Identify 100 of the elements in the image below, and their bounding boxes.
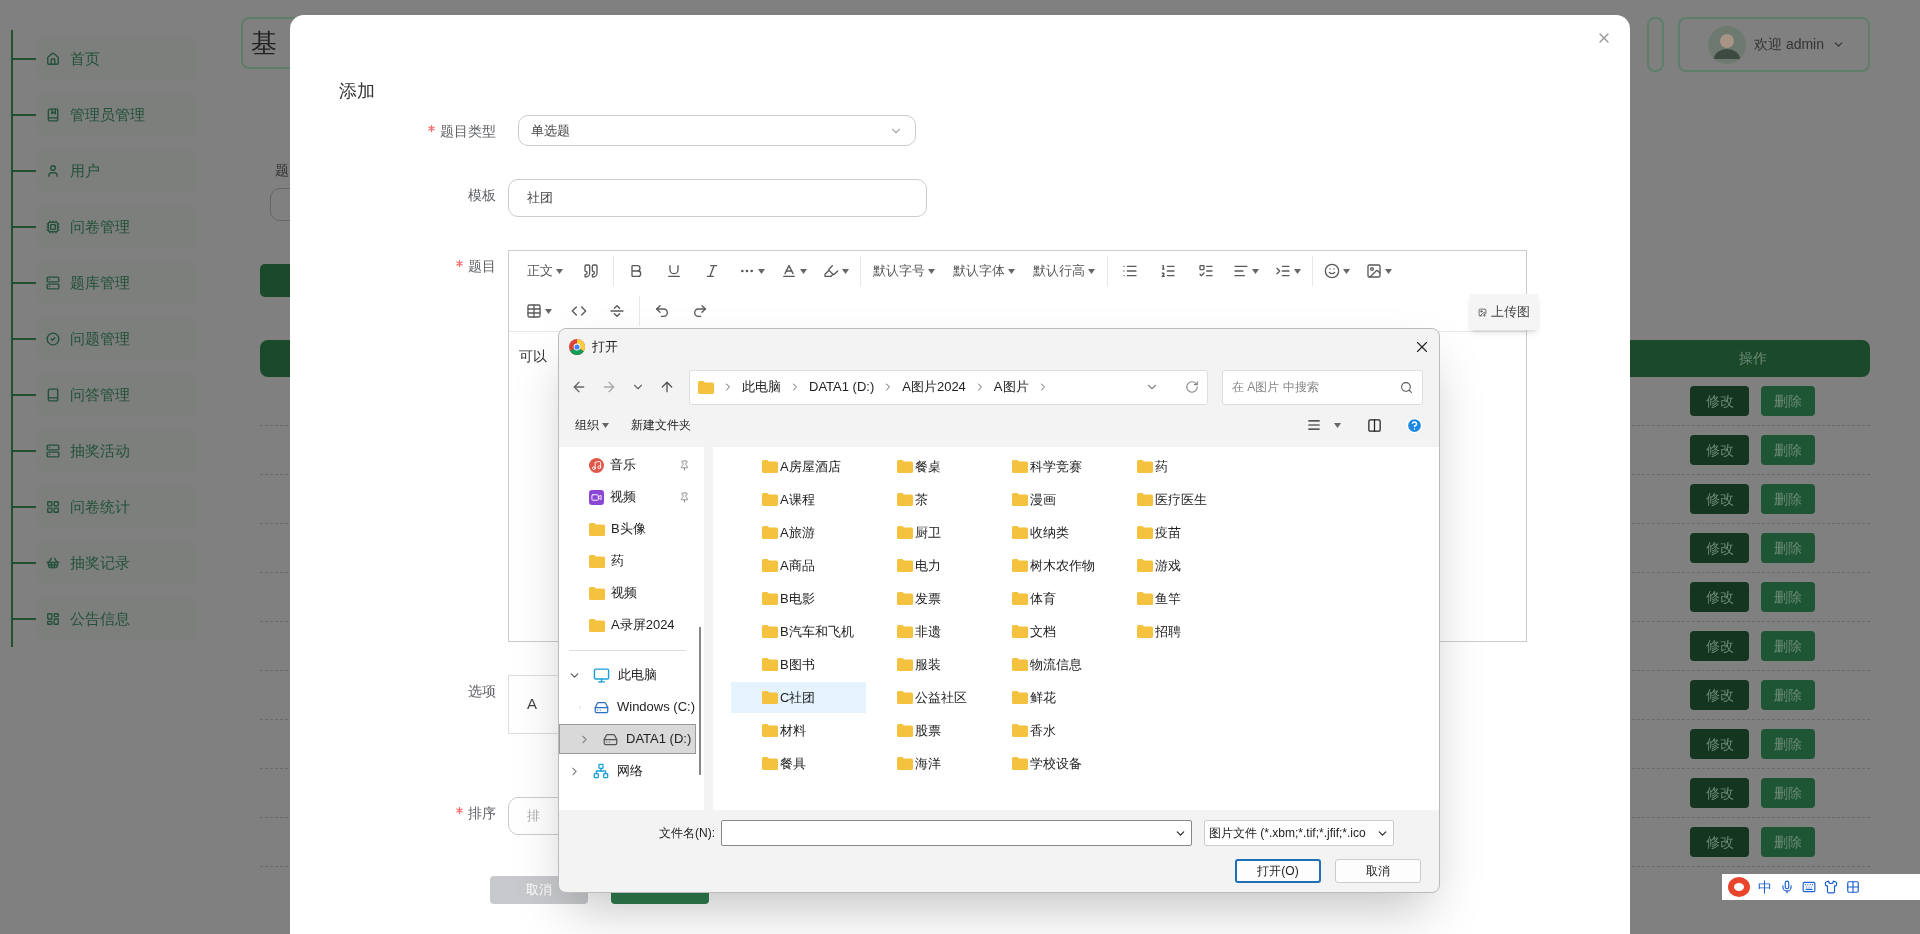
dialog-button[interactable]: 打开(O) bbox=[1235, 859, 1321, 883]
folder-item[interactable]: 文档 bbox=[981, 616, 1106, 647]
folder-item[interactable]: 收纳类 bbox=[981, 517, 1106, 548]
toolbar-dropdown[interactable]: 默认字号 bbox=[867, 256, 941, 286]
folder-item[interactable]: 游戏 bbox=[1106, 550, 1231, 581]
folder-icon bbox=[1137, 526, 1153, 539]
edit-button[interactable]: 修改 bbox=[1690, 435, 1749, 465]
folder-item[interactable]: 物流信息 bbox=[981, 649, 1106, 680]
edit-button[interactable]: 修改 bbox=[1690, 533, 1749, 563]
avatar-icon bbox=[1708, 25, 1746, 64]
nav-tree-item[interactable]: Windows (C:) bbox=[559, 692, 696, 722]
folder-item[interactable]: 电力 bbox=[866, 550, 981, 581]
breadcrumb-item[interactable]: 此电脑 bbox=[742, 377, 781, 397]
command-button[interactable]: 新建文件夹 bbox=[631, 416, 691, 434]
folder-item[interactable]: 餐桌 bbox=[866, 451, 981, 482]
folder-name: A课程 bbox=[780, 490, 815, 509]
folder-item[interactable]: 香水 bbox=[981, 715, 1106, 746]
folder-name: 电力 bbox=[915, 556, 941, 575]
folder-item[interactable]: 学校设备 bbox=[981, 748, 1106, 779]
folder-icon bbox=[589, 586, 605, 600]
todo-list-icon bbox=[1198, 263, 1214, 279]
folder-item[interactable]: 鲜花 bbox=[981, 682, 1106, 713]
quick-access-item[interactable]: 音乐 bbox=[559, 449, 696, 481]
folder-item[interactable]: 医疗医生 bbox=[1106, 484, 1231, 515]
folder-item[interactable]: 厨卫 bbox=[866, 517, 981, 548]
menu-item-label: 上传图 bbox=[1491, 303, 1530, 322]
preview-pane-icon[interactable] bbox=[1367, 417, 1382, 433]
table-icon bbox=[526, 303, 542, 319]
edit-button[interactable]: 修改 bbox=[1690, 582, 1749, 612]
help-icon[interactable] bbox=[1406, 416, 1423, 434]
folder-item[interactable]: C社团 bbox=[731, 682, 866, 713]
microphone-icon bbox=[1780, 880, 1794, 894]
folder-item[interactable]: A旅游 bbox=[731, 517, 866, 548]
folder-item[interactable]: A课程 bbox=[731, 484, 866, 515]
edit-button[interactable]: 修改 bbox=[1690, 386, 1749, 416]
folder-name: 茶 bbox=[915, 490, 928, 509]
edit-button[interactable]: 修改 bbox=[1690, 827, 1749, 857]
file-type-select[interactable]: 图片文件 (*.xbm;*.tif;*.jfif;*.ico bbox=[1204, 820, 1394, 846]
edit-button[interactable]: 修改 bbox=[1690, 484, 1749, 514]
toolbar-dropdown[interactable]: 默认字体 bbox=[947, 256, 1021, 286]
folder-item[interactable]: 服装 bbox=[866, 649, 981, 680]
folder-item[interactable]: B汽车和飞机 bbox=[731, 616, 866, 647]
upload-image-menu[interactable]: 上传图 bbox=[1470, 294, 1538, 330]
folder-item[interactable]: 漫画 bbox=[981, 484, 1106, 515]
up-arrow-icon[interactable] bbox=[659, 379, 675, 395]
scrollbar[interactable] bbox=[699, 627, 701, 775]
folder-item[interactable]: 餐具 bbox=[731, 748, 866, 779]
quick-access-item[interactable]: 视频 bbox=[559, 577, 696, 609]
edit-button[interactable]: 修改 bbox=[1690, 631, 1749, 661]
nav-tree-item[interactable]: DATA1 (D:) bbox=[559, 724, 696, 754]
toolbar-dropdown[interactable]: 默认行高 bbox=[1027, 256, 1101, 286]
folder-item[interactable]: 树木农作物 bbox=[981, 550, 1106, 581]
folder-item[interactable]: 公益社区 bbox=[866, 682, 981, 713]
input-field[interactable]: 社团 bbox=[508, 179, 927, 217]
folder-item[interactable]: 茶 bbox=[866, 484, 981, 515]
command-button[interactable]: 组织 bbox=[575, 416, 609, 434]
network-icon bbox=[593, 763, 609, 779]
folder-item[interactable]: 股票 bbox=[866, 715, 981, 746]
folder-item[interactable]: B电影 bbox=[731, 583, 866, 614]
folder-item[interactable]: 体育 bbox=[981, 583, 1106, 614]
ime-toolbar[interactable]: 中 bbox=[1722, 874, 1920, 900]
quick-access-item[interactable]: B头像 bbox=[559, 513, 696, 545]
ime-mode: 中 bbox=[1758, 877, 1772, 897]
breadcrumb-item[interactable]: A图片2024 bbox=[902, 377, 966, 397]
folder-item[interactable]: 海洋 bbox=[866, 748, 981, 779]
quick-access-item[interactable]: 视频 bbox=[559, 481, 696, 513]
nav-tree-item[interactable]: 网络 bbox=[559, 756, 696, 786]
dialog-button[interactable]: 取消 bbox=[1335, 859, 1421, 883]
address-bar[interactable]: 此电脑 DATA1 (D:) A图片2024 A图片 bbox=[689, 369, 1208, 405]
folder-item[interactable]: 疫苗 bbox=[1106, 517, 1231, 548]
field-label: 题目 bbox=[468, 257, 496, 276]
view-list-icon[interactable] bbox=[1307, 418, 1321, 432]
folder-name: 发票 bbox=[915, 589, 941, 608]
indent-icon bbox=[1275, 263, 1291, 279]
folder-item[interactable]: 鱼竿 bbox=[1106, 583, 1231, 614]
edit-button[interactable]: 修改 bbox=[1690, 729, 1749, 759]
folder-item[interactable]: A商品 bbox=[731, 550, 866, 581]
folder-item[interactable]: A房屋酒店 bbox=[731, 451, 866, 482]
search-field[interactable]: 在 A图片 中搜索 bbox=[1222, 369, 1423, 405]
toolbar-dropdown[interactable]: 正文 bbox=[521, 256, 569, 286]
folder-item[interactable]: 非遗 bbox=[866, 616, 981, 647]
refresh-icon[interactable] bbox=[1185, 380, 1199, 394]
folder-icon bbox=[1012, 493, 1028, 506]
filename-input[interactable] bbox=[721, 820, 1192, 846]
folder-item[interactable]: 科学竞赛 bbox=[981, 451, 1106, 482]
edit-button[interactable]: 修改 bbox=[1690, 778, 1749, 808]
folder-item[interactable]: 招聘 bbox=[1106, 616, 1231, 647]
breadcrumb-item[interactable]: DATA1 (D:) bbox=[809, 377, 875, 397]
folder-item[interactable]: B图书 bbox=[731, 649, 866, 680]
folder-item[interactable]: 药 bbox=[1106, 451, 1231, 482]
folder-icon bbox=[1012, 724, 1028, 737]
quick-access-item[interactable]: A录屏2024 bbox=[559, 609, 696, 641]
folder-name: 公益社区 bbox=[915, 688, 967, 707]
breadcrumb-item[interactable]: A图片 bbox=[993, 377, 1029, 397]
type-select[interactable]: 单选题 bbox=[518, 115, 916, 146]
edit-button[interactable]: 修改 bbox=[1690, 680, 1749, 710]
quick-access-item[interactable]: 药 bbox=[559, 545, 696, 577]
nav-tree-item[interactable]: 此电脑 bbox=[559, 660, 696, 690]
folder-item[interactable]: 发票 bbox=[866, 583, 981, 614]
folder-item[interactable]: 材料 bbox=[731, 715, 866, 746]
